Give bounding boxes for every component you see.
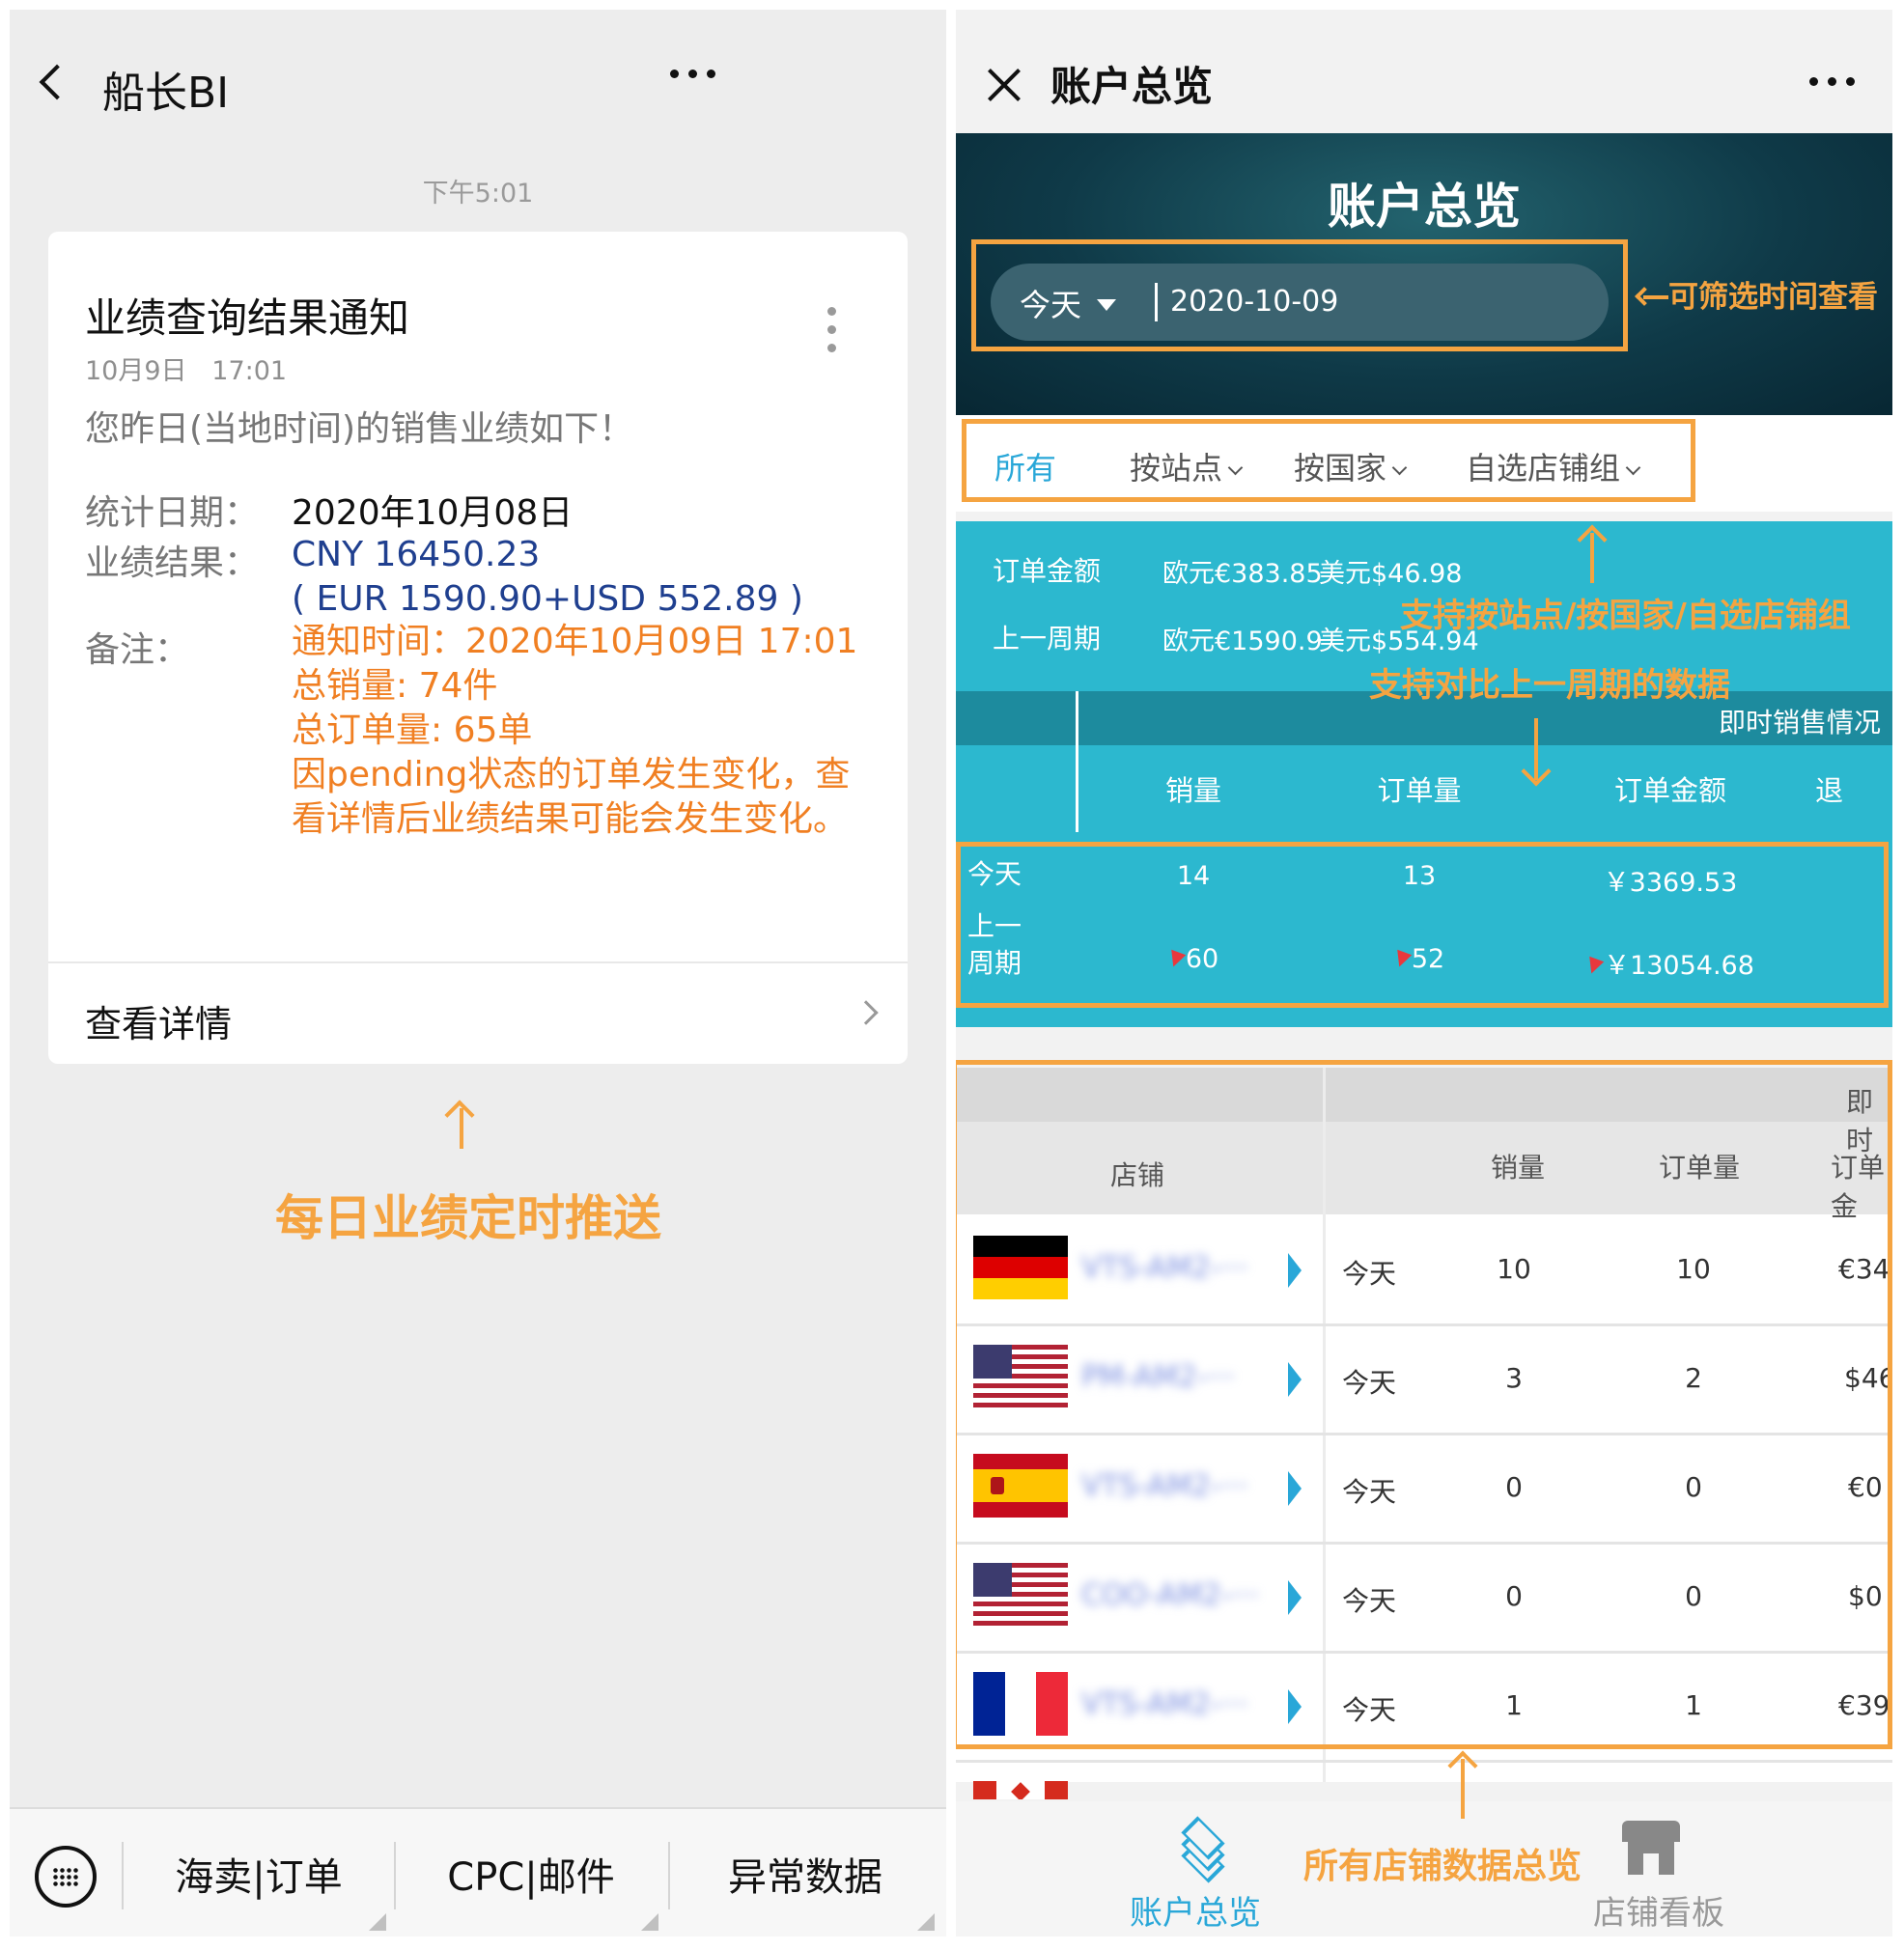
dashboard-panel: 账户总览 账户总览 今天 2020-10-09 可筛选时间查看 所有 按站点 按… <box>956 10 1892 1936</box>
screenshot-stage: 船长BI 下午5:01 业绩查询结果通知 10月9日 17:01 您昨日(当地时… <box>0 0 1904 1950</box>
card-date: 10月9日 17:01 <box>85 356 288 386</box>
tab-shop-board[interactable]: 店铺看板 <box>1593 1886 1724 1934</box>
annotation-all-shops: 所有店铺数据总览 <box>1303 1847 1582 1886</box>
more-options-icon[interactable] <box>1809 77 1856 87</box>
annotation-down-arrow <box>1521 718 1552 788</box>
annotation-arrow-shaft <box>460 1108 463 1149</box>
more-options-icon[interactable] <box>670 70 716 79</box>
menu-item-anomaly[interactable]: 异常数据 <box>670 1809 940 1936</box>
annotation-grouping: 支持按站点/按国家/自选店铺组 <box>1400 597 1851 635</box>
note-line: 通知时间：2020年10月09日 17:01 <box>292 622 858 661</box>
note-label: 备注： <box>85 630 190 670</box>
col-header-returns: 退 <box>1815 774 1844 807</box>
dashboard-nav-bar: 账户总览 <box>956 10 1892 133</box>
realtime-sales-title: 即时销售情况 <box>1718 707 1881 738</box>
canada-flag-icon <box>973 1781 1068 1799</box>
note-line: 总销量: 74件 <box>292 666 498 706</box>
notification-card[interactable]: 业绩查询结果通知 10月9日 17:01 您昨日(当地时间)的销售业绩如下！ 统… <box>48 232 908 1064</box>
keyboard-icon[interactable] <box>35 1846 97 1908</box>
highlight-box <box>956 842 1889 1008</box>
prev-eur: 欧元€1590.9 <box>1162 627 1323 656</box>
highlight-box <box>971 239 1628 351</box>
chat-panel: 船长BI 下午5:01 业绩查询结果通知 10月9日 17:01 您昨日(当地时… <box>10 10 946 1936</box>
layers-icon[interactable] <box>1174 1816 1232 1883</box>
card-divider <box>48 961 908 963</box>
submenu-indicator-icon <box>369 1913 386 1931</box>
result-label: 业绩结果： <box>85 543 260 583</box>
chat-title: 船长BI <box>102 69 230 118</box>
annotation-compare: 支持对比上一周期的数据 <box>1369 666 1730 705</box>
card-title: 业绩查询结果通知 <box>85 294 410 342</box>
order-amount-label: 订单金额 <box>993 555 1102 587</box>
hero-title: 账户总览 <box>1328 179 1521 235</box>
menu-item-orders[interactable]: 海卖|订单 <box>124 1809 394 1936</box>
prev-period-label: 上一周期 <box>993 623 1102 655</box>
card-intro: 您昨日(当地时间)的销售业绩如下！ <box>85 409 634 449</box>
chevron-right-icon[interactable] <box>854 1000 879 1025</box>
submenu-indicator-icon <box>917 1913 935 1931</box>
annotation-time-filter: 可筛选时间查看 <box>1635 272 1891 316</box>
note-line: 因pending状态的订单发生变化，查 <box>292 755 851 794</box>
order-amount-usd: 美元$46.98 <box>1319 559 1463 589</box>
card-more-icon[interactable] <box>827 307 837 355</box>
close-icon[interactable] <box>985 66 1023 104</box>
highlight-box <box>962 419 1695 502</box>
menu-item-cpc-mail[interactable]: CPC|邮件 <box>396 1809 666 1936</box>
note-line: 总订单量: 65单 <box>292 710 533 750</box>
submenu-indicator-icon <box>641 1913 658 1931</box>
note-line: 看详情后业绩结果可能会发生变化。 <box>292 799 849 839</box>
annotation-daily-push: 每日业绩定时推送 <box>275 1190 661 1246</box>
store-icon[interactable] <box>1622 1821 1680 1875</box>
result-breakdown: ( EUR 1590.90+USD 552.89 ) <box>292 579 803 619</box>
col-header-sales: 销量 <box>1164 774 1221 807</box>
col-header-orders: 订单量 <box>1377 774 1462 807</box>
stat-date-label: 统计日期： <box>85 493 260 533</box>
tab-account-overview[interactable]: 账户总览 <box>1130 1886 1261 1934</box>
message-timestamp: 下午5:01 <box>422 179 534 209</box>
chat-nav-bar: 船长BI <box>10 10 946 135</box>
table-row-partial <box>956 1764 1892 1799</box>
back-arrow-icon[interactable] <box>39 64 75 100</box>
order-amount-eur: 欧元€383.85 <box>1162 559 1323 589</box>
annotation-up-arrow <box>1447 1750 1478 1819</box>
col-header-amount: 订单金额 <box>1613 774 1726 807</box>
summary-divider <box>1076 691 1078 832</box>
chat-bottom-menu: 海卖|订单 CPC|邮件 异常数据 <box>10 1807 946 1936</box>
dashboard-nav-title: 账户总览 <box>1050 63 1214 110</box>
view-details-link[interactable]: 查看详情 <box>85 994 232 1047</box>
result-cny: CNY 16450.23 <box>292 535 541 574</box>
annotation-up-arrow <box>1577 524 1608 583</box>
highlight-box <box>956 1060 1892 1749</box>
stat-date-value: 2020年10月08日 <box>292 493 574 533</box>
